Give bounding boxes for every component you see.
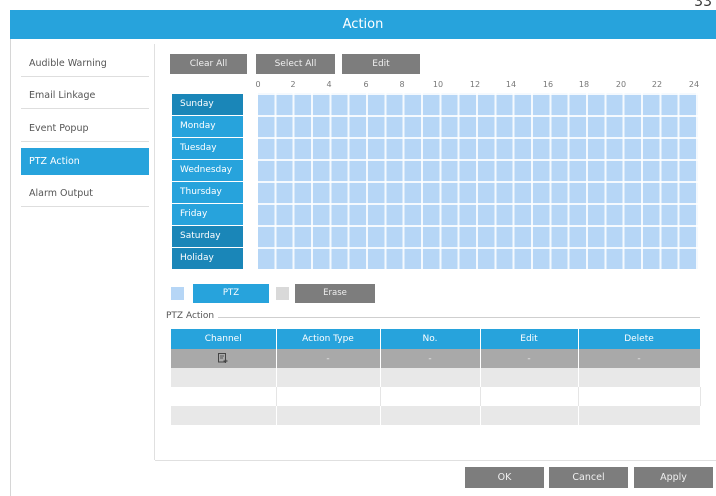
section-title: PTZ Action (166, 311, 219, 321)
hour-label: 12 (469, 80, 481, 89)
table-row[interactable] (171, 387, 701, 406)
table-row[interactable] (171, 406, 701, 425)
table-header-row: Channel Action Type No. Edit Delete (171, 329, 701, 349)
hour-label: 4 (326, 80, 332, 89)
hour-label: 0 (255, 80, 261, 89)
delete-cell (578, 425, 701, 444)
ptz-legend-swatch (171, 287, 184, 300)
window-title: Action (342, 17, 384, 32)
hour-label: 6 (363, 80, 369, 89)
hour-label: 20 (615, 80, 627, 89)
channel-cell[interactable] (171, 349, 277, 368)
apply-button[interactable]: Apply (634, 467, 713, 488)
table-row[interactable]: - - - - (171, 349, 701, 368)
footer-divider (155, 460, 716, 461)
sidebar-item-audible-warning[interactable]: Audible Warning (21, 50, 149, 77)
channel-cell (171, 387, 277, 406)
day-holiday[interactable]: Holiday (172, 248, 243, 269)
day-thursday[interactable]: Thursday (172, 182, 243, 203)
sidebar-item-alarm-output[interactable]: Alarm Output (21, 180, 149, 207)
sidebar-item-ptz-action[interactable]: PTZ Action (21, 148, 149, 175)
column-header-channel: Channel (171, 329, 277, 349)
hour-label: 14 (505, 80, 517, 89)
cancel-button[interactable]: Cancel (549, 467, 628, 488)
ok-button[interactable]: OK (465, 467, 544, 488)
sidebar-item-email-linkage[interactable]: Email Linkage (21, 82, 149, 109)
channel-cell (171, 368, 277, 387)
day-sunday[interactable]: Sunday (172, 94, 243, 115)
action-type-cell (276, 387, 381, 406)
sidebar-divider (154, 44, 155, 460)
channel-cell (171, 406, 277, 425)
section-divider (166, 317, 700, 318)
day-friday[interactable]: Friday (172, 204, 243, 225)
channel-cell (171, 425, 277, 444)
delete-cell (578, 387, 701, 406)
no-cell (380, 368, 481, 387)
hour-label: 22 (651, 80, 663, 89)
no-cell (380, 387, 481, 406)
edit-cell (480, 387, 579, 406)
hour-label: 24 (688, 80, 700, 89)
hour-label: 18 (578, 80, 590, 89)
edit-cell: - (480, 349, 579, 368)
edit-button[interactable]: Edit (342, 54, 420, 74)
frame-border (10, 39, 11, 496)
day-tuesday[interactable]: Tuesday (172, 138, 243, 159)
schedule-grid[interactable] (258, 93, 698, 269)
hour-label: 8 (399, 80, 405, 89)
no-cell: - (380, 349, 481, 368)
action-type-cell (276, 368, 381, 387)
clear-all-button[interactable]: Clear All (170, 54, 247, 74)
no-cell (380, 406, 481, 425)
erase-legend-swatch (276, 287, 289, 300)
edit-cell (480, 425, 579, 444)
column-header-edit: Edit (480, 329, 579, 349)
day-saturday[interactable]: Saturday (172, 226, 243, 247)
action-type-cell (276, 406, 381, 425)
ptz-mode-button[interactable]: PTZ (193, 284, 269, 303)
corner-mark: 33 (694, 0, 712, 10)
day-monday[interactable]: Monday (172, 116, 243, 137)
add-entry-icon[interactable] (218, 353, 228, 364)
select-all-button[interactable]: Select All (256, 54, 335, 74)
day-wednesday[interactable]: Wednesday (172, 160, 243, 181)
delete-cell (578, 406, 701, 425)
edit-cell (480, 368, 579, 387)
edit-cell (480, 406, 579, 425)
no-cell (380, 425, 481, 444)
column-header-delete: Delete (578, 329, 701, 349)
hour-label: 10 (432, 80, 444, 89)
action-type-cell (276, 425, 381, 444)
action-type-cell: - (276, 349, 381, 368)
hour-label: 2 (290, 80, 296, 89)
delete-cell (578, 368, 701, 387)
column-header-no: No. (380, 329, 481, 349)
erase-mode-button[interactable]: Erase (295, 284, 375, 303)
sidebar-item-event-popup[interactable]: Event Popup (21, 115, 149, 142)
table-row[interactable] (171, 368, 701, 387)
table-row[interactable] (171, 425, 701, 444)
delete-cell: - (578, 349, 701, 368)
ptz-action-table: Channel Action Type No. Edit Delete - - … (171, 329, 701, 444)
hour-label: 16 (542, 80, 554, 89)
column-header-action-type: Action Type (276, 329, 381, 349)
